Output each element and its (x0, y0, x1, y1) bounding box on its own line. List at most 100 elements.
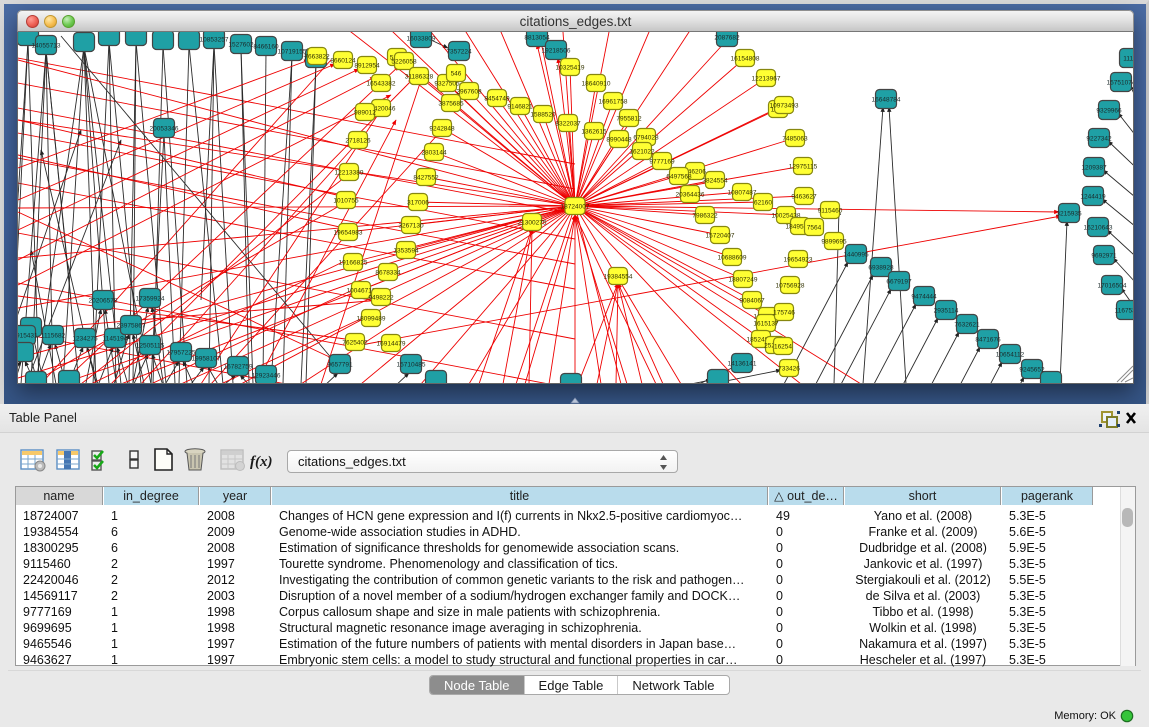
svg-text:9329966: 9329966 (1096, 108, 1122, 115)
svg-text:8912954: 8912954 (354, 63, 380, 70)
svg-text:16033809: 16033809 (407, 36, 436, 43)
svg-text:9227342: 9227342 (1086, 136, 1112, 143)
svg-text:10853257: 10853257 (200, 37, 229, 44)
svg-text:6938928: 6938928 (868, 265, 894, 272)
svg-text:16961758: 16961758 (599, 99, 628, 106)
svg-text:f(x): f(x) (250, 454, 273, 470)
svg-text:7955812: 7955812 (616, 116, 642, 123)
svg-text:1621022: 1621022 (629, 149, 655, 156)
svg-text:23975867: 23975867 (117, 323, 146, 330)
svg-text:7986322: 7986322 (692, 213, 718, 220)
svg-text:1353594: 1353594 (393, 248, 419, 255)
svg-text:3267130: 3267130 (398, 223, 424, 230)
svg-text:16914479: 16914479 (377, 341, 406, 348)
svg-text:9498222: 9498222 (368, 295, 394, 302)
svg-text:9084067: 9084067 (739, 298, 765, 305)
svg-text:6679197: 6679197 (886, 279, 912, 286)
svg-text:18724007: 18724007 (561, 204, 590, 211)
svg-text:8454749: 8454749 (484, 96, 510, 103)
svg-text:9899695: 9899695 (821, 239, 847, 246)
svg-text:20206578: 20206578 (89, 298, 118, 305)
svg-text:175746: 175746 (773, 310, 795, 317)
svg-text:9777169: 9777169 (649, 159, 675, 166)
svg-text:1615137: 1615137 (753, 321, 779, 328)
svg-text:1167534: 1167534 (1115, 308, 1134, 315)
svg-text:1117: 1117 (1123, 56, 1134, 63)
svg-text:12505115: 12505115 (136, 343, 165, 350)
svg-text:9146821: 9146821 (507, 104, 533, 111)
svg-text:2935114: 2935114 (934, 308, 959, 315)
svg-text:20053346: 20053346 (150, 126, 179, 133)
svg-text:7663822: 7663822 (304, 54, 330, 61)
svg-text:12213389: 12213389 (335, 170, 364, 177)
svg-text:20364436: 20364436 (676, 192, 705, 199)
svg-text:2087682: 2087682 (714, 35, 740, 42)
svg-text:1234275: 1234275 (72, 336, 98, 343)
svg-text:317006: 317006 (407, 200, 429, 207)
svg-text:16210643: 16210643 (1084, 225, 1113, 232)
svg-text:10756928: 10756928 (776, 283, 805, 290)
svg-text:546: 546 (451, 71, 462, 78)
svg-text:8990448: 8990448 (606, 137, 632, 144)
svg-text:989012: 989012 (354, 110, 376, 117)
svg-text:7357224: 7357224 (446, 49, 472, 56)
svg-text:8427552: 8427552 (413, 175, 439, 182)
svg-text:1362615: 1362615 (581, 129, 607, 136)
svg-text:2803144: 2803144 (421, 150, 447, 157)
svg-text:16543382: 16543382 (367, 81, 396, 88)
svg-text:9692971: 9692971 (1091, 253, 1117, 260)
svg-text:8471676: 8471676 (975, 337, 1001, 344)
svg-text:2967608: 2967608 (456, 89, 482, 96)
svg-text:31186328: 31186328 (405, 74, 434, 81)
svg-text:1010755: 1010755 (333, 198, 359, 205)
svg-text:8660124: 8660124 (330, 58, 356, 65)
svg-text:1244419: 1244419 (1080, 194, 1106, 201)
svg-text:9242848: 9242848 (429, 126, 455, 133)
svg-text:17359924: 17359924 (136, 296, 165, 303)
svg-text:14055713: 14055713 (32, 43, 61, 50)
svg-text:19654983: 19654983 (334, 230, 363, 237)
svg-text:6497568: 6497568 (666, 174, 692, 181)
svg-text:17016504: 17016504 (1098, 283, 1127, 290)
svg-text:1440995: 1440995 (843, 252, 869, 259)
svg-text:10973493: 10973493 (770, 103, 799, 110)
svg-text:21300275: 21300275 (518, 220, 547, 227)
svg-text:9115460: 9115460 (818, 208, 843, 215)
svg-text:10654112: 10654112 (996, 352, 1025, 359)
svg-text:12213967: 12213967 (752, 76, 781, 83)
svg-text:10325419: 10325419 (556, 65, 585, 72)
svg-text:16648784: 16648784 (872, 97, 901, 104)
svg-text:3215935: 3215935 (1056, 211, 1082, 218)
svg-text:6794028: 6794028 (633, 135, 659, 142)
svg-text:62160: 62160 (754, 200, 772, 207)
svg-text:18640910: 18640910 (582, 81, 611, 88)
svg-text:12923446: 12923446 (252, 373, 281, 380)
svg-text:733426: 733426 (778, 366, 800, 373)
svg-text:8322037: 8322037 (555, 121, 581, 128)
svg-text:9463627: 9463627 (791, 194, 817, 201)
svg-text:8678334: 8678334 (375, 270, 401, 277)
svg-text:3915431: 3915431 (18, 333, 38, 340)
svg-text:1115682: 1115682 (41, 333, 66, 340)
svg-text:19218506: 19218506 (542, 48, 571, 55)
svg-text:9474444: 9474444 (911, 294, 937, 301)
svg-text:9657791: 9657791 (327, 362, 353, 369)
svg-text:7485063: 7485063 (782, 136, 808, 143)
svg-text:10719155: 10719155 (278, 49, 307, 56)
svg-text:5226058: 5226058 (391, 59, 417, 66)
svg-text:1209387: 1209387 (1081, 165, 1107, 172)
svg-text:14136141: 14136141 (728, 361, 757, 368)
svg-text:10807487: 10807487 (728, 190, 757, 197)
svg-text:15720407: 15720407 (706, 233, 735, 240)
svg-text:1527602: 1527602 (228, 42, 254, 49)
svg-text:7564: 7564 (807, 225, 822, 232)
svg-text:3824554: 3824554 (702, 178, 728, 185)
svg-text:3875685: 3875685 (438, 101, 464, 108)
svg-text:8813054: 8813054 (524, 35, 550, 42)
svg-text:2718126: 2718126 (345, 138, 371, 145)
svg-text:1145194: 1145194 (103, 336, 128, 343)
svg-text:7632621: 7632621 (954, 322, 980, 329)
svg-text:16254: 16254 (774, 344, 792, 351)
svg-text:15751074: 15751074 (1107, 80, 1134, 87)
svg-text:19654923: 19654923 (784, 257, 813, 264)
